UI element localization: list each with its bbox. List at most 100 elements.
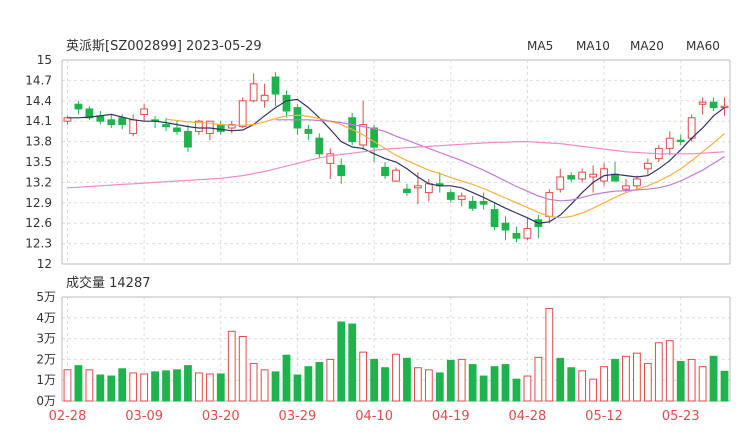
volume-bar: [600, 366, 608, 402]
volume-bar: [654, 342, 663, 402]
date-tick-label: 05-12: [585, 409, 623, 424]
candle-body: [118, 117, 127, 126]
volume-bar: [238, 336, 247, 402]
candle-body: [370, 127, 378, 148]
candle-body: [622, 185, 630, 190]
legend-ma60: MA60: [686, 39, 720, 53]
volume-bar: [611, 358, 619, 402]
price-tick-label: 12.9: [25, 196, 52, 210]
price-tick-label: 14.4: [25, 94, 52, 108]
volume-bars: [63, 307, 729, 402]
volume-bar: [337, 321, 346, 402]
date-tick-label: 05-23: [662, 409, 700, 424]
candle-body: [643, 162, 652, 170]
volume-bar: [578, 370, 587, 402]
candle-body: [337, 164, 346, 177]
volume-bar: [293, 374, 302, 402]
volume-bar: [545, 307, 554, 402]
volume-bar: [348, 323, 357, 402]
volume-bar: [479, 375, 488, 402]
candle-body: [611, 173, 619, 182]
candle-body: [162, 124, 170, 128]
volume-bar: [665, 340, 674, 402]
volume-bar: [326, 358, 335, 402]
volume-tick-label: 0万: [36, 394, 56, 408]
volume-bar: [556, 357, 565, 402]
candle-body: [523, 228, 532, 239]
candle-body: [567, 175, 576, 180]
volume-bar: [643, 363, 652, 402]
date-axis-labels: 02-28 03-09 03-20 03-29 04-10 04-19 04-28 05-12…: [49, 409, 700, 424]
volume-bar: [304, 366, 313, 402]
volume-bar: [140, 373, 149, 402]
date-tick-label: 04-28: [509, 409, 547, 424]
candle-body: [545, 192, 554, 217]
volume-bar: [129, 372, 138, 402]
volume-tick-label: 3万: [36, 332, 56, 346]
price-tick-label: 13.2: [25, 175, 52, 189]
candle-body: [315, 137, 324, 155]
candle-body: [457, 195, 466, 200]
candle-body: [578, 171, 587, 180]
volume-bar: [63, 369, 72, 402]
price-tick-label: 13.5: [25, 155, 52, 169]
candle-body: [184, 130, 192, 148]
price-tick-label: 12.6: [25, 216, 52, 230]
candles: [63, 72, 729, 243]
candle-body: [589, 173, 598, 178]
volume-bar: [676, 360, 685, 402]
volume-bar: [403, 357, 411, 402]
candle-body: [501, 222, 510, 231]
volume-bar: [194, 372, 203, 402]
price-tick-label: 15: [37, 53, 52, 67]
volume-bar: [227, 330, 236, 402]
volume-bar: [687, 358, 696, 402]
volume-bar: [709, 355, 718, 402]
volume-bar: [151, 371, 159, 402]
price-tick-label: 14.7: [25, 73, 52, 87]
date-tick-label: 03-09: [125, 409, 163, 424]
volume-bar: [85, 369, 94, 402]
candle-body: [140, 108, 149, 115]
volume-bar: [107, 375, 116, 402]
price-tick-label: 14.1: [25, 114, 52, 128]
volume-bar: [249, 363, 258, 402]
candle-body: [282, 94, 291, 112]
volume-tick-label: 5万: [36, 290, 56, 304]
stock-chart: 英派斯[SZ002899] 2023-05-29 MA5 MA10 MA20 M…: [25, 39, 731, 424]
ma-line-ma20: [275, 119, 725, 202]
volume-bar: [118, 368, 127, 402]
volume-bar: [216, 373, 225, 402]
candle-body: [403, 188, 411, 194]
candle-body: [249, 83, 258, 102]
candle-body: [74, 103, 83, 110]
candle-body: [709, 101, 718, 109]
price-tick-label: 12: [37, 257, 52, 271]
price-tick-label: 13.8: [25, 135, 52, 149]
date-tick-label: 02-28: [49, 409, 87, 424]
volume-bar: [74, 365, 83, 402]
candle-body: [468, 200, 477, 209]
volume-bar: [424, 369, 433, 402]
candle-body: [238, 100, 247, 128]
candle-body: [512, 232, 521, 239]
volume-tick-label: 2万: [36, 352, 56, 366]
price-axis-labels: 15 14.7 14.4 14.1 13.8 13.5 13.2 12.9 12.6 12.3 12: [25, 53, 52, 271]
candle-body: [424, 183, 433, 194]
candle-body: [479, 200, 488, 205]
volume-tick-label: 4万: [36, 311, 56, 325]
volume-title: 成交量 14287: [66, 275, 151, 291]
volume-bar: [698, 366, 707, 402]
volume-bar: [534, 356, 543, 402]
volume-bar: [622, 355, 630, 402]
volume-bar: [184, 365, 192, 402]
candle-body: [676, 139, 685, 143]
volume-bar: [523, 375, 532, 402]
volume-bar: [359, 351, 368, 402]
candle-body: [293, 107, 302, 129]
legend-ma5: MA5: [527, 39, 553, 53]
volume-bar: [271, 371, 280, 402]
volume-bar: [468, 364, 477, 402]
candle-body: [304, 128, 313, 134]
volume-bar: [392, 353, 400, 402]
